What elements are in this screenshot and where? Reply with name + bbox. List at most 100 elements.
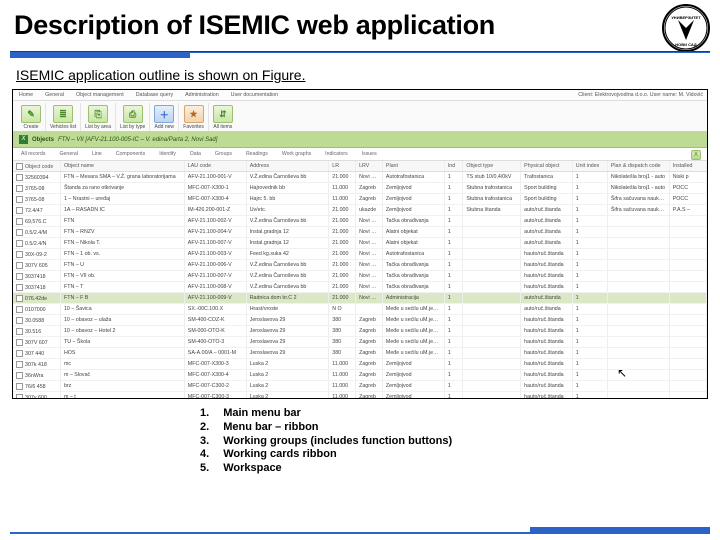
table-row[interactable]: 76/6 458brzMFC-007-C300-2Luska 211.000Za… bbox=[13, 381, 707, 392]
row-checkbox[interactable] bbox=[16, 361, 23, 368]
menu-item[interactable]: Object management bbox=[76, 92, 124, 98]
table-row[interactable]: 32560394FTN – Mesara SMA – V.Ž. grana la… bbox=[13, 172, 707, 183]
table-cell: 69,576.C bbox=[13, 216, 60, 227]
row-checkbox[interactable] bbox=[16, 273, 23, 280]
row-checkbox[interactable] bbox=[16, 295, 23, 302]
column-header[interactable]: Address bbox=[246, 161, 329, 172]
card-tab[interactable]: Components bbox=[114, 150, 147, 160]
table-cell: Jeroslavova 29 bbox=[246, 337, 329, 348]
card-tab[interactable]: Data bbox=[188, 150, 203, 160]
header-checkbox[interactable] bbox=[16, 163, 23, 170]
row-checkbox[interactable] bbox=[16, 229, 23, 236]
table-row[interactable]: 307k 418mcMFC-007-X300-3Luska 211.000Zag… bbox=[13, 359, 707, 370]
table-row[interactable]: 69,576.CFTNAFV-21.100-002-VV.Ž.edina Čar… bbox=[13, 216, 707, 227]
table-cell: Sport building bbox=[521, 183, 573, 194]
column-header[interactable]: LR bbox=[329, 161, 356, 172]
table-row[interactable]: 72.4/471A – RASADN ICIM-426.200-001-ZUv/… bbox=[13, 205, 707, 216]
table-row[interactable]: 30.51610 – obavoz – Hotel 2SM-000-OTO-KJ… bbox=[13, 326, 707, 337]
table-cell: 1 bbox=[572, 271, 607, 282]
table-row[interactable]: 0.5/2.4/NFTN – Nikola T.AFV-21.100-007-V… bbox=[13, 238, 707, 249]
menu-item[interactable]: Home bbox=[19, 92, 33, 98]
menu-item[interactable]: General bbox=[45, 92, 64, 98]
row-checkbox[interactable] bbox=[16, 284, 23, 291]
table-row[interactable]: 30X-09-2FTN – 1 ob. vs.AFV-21.100-003-VF… bbox=[13, 249, 707, 260]
column-header[interactable]: Plant bbox=[382, 161, 444, 172]
card-tab[interactable]: Readings bbox=[244, 150, 270, 160]
table-row[interactable]: 307 440HOSSA-A.00/A – 0001-MJeroslavova … bbox=[13, 348, 707, 359]
row-checkbox[interactable] bbox=[16, 383, 23, 390]
card-tab[interactable]: General bbox=[58, 150, 80, 160]
menu-item[interactable]: Database query bbox=[136, 92, 173, 98]
row-checkbox[interactable] bbox=[16, 196, 23, 203]
row-checkbox[interactable] bbox=[16, 306, 23, 313]
card-tab[interactable]: Issues bbox=[360, 150, 379, 160]
table-row[interactable]: 0.5/2.4/MFTN – RNZVAFV-21.100-004-VInsta… bbox=[13, 227, 707, 238]
table-cell bbox=[669, 260, 706, 271]
column-header[interactable]: Unit index bbox=[572, 161, 607, 172]
table-cell: Luska 2 bbox=[246, 359, 329, 370]
row-checkbox[interactable] bbox=[16, 350, 23, 357]
table-row[interactable]: 3765-081 – Nrastni – uređajMFC-007-X300-… bbox=[13, 194, 707, 205]
column-header[interactable]: Physical object bbox=[521, 161, 573, 172]
table-row[interactable]: 3765-08Štanda za rano otkrivanjeMFC-007-… bbox=[13, 183, 707, 194]
row-checkbox[interactable] bbox=[16, 251, 23, 258]
card-tab[interactable]: Identify bbox=[157, 150, 178, 160]
menu-item[interactable]: Administration bbox=[185, 92, 219, 98]
table-row[interactable]: 307V 607TU – ŠkolaSM-400-OTO-3Jeroslavov… bbox=[13, 337, 707, 348]
table-cell: Alatni objekat bbox=[382, 238, 444, 249]
table-cell: 10 – obavoz – Hotel 2 bbox=[60, 326, 184, 337]
ribbon-group[interactable]: ⎘List by area bbox=[81, 103, 116, 131]
ribbon-group[interactable]: ★Favorites bbox=[179, 103, 209, 131]
row-checkbox[interactable] bbox=[16, 174, 23, 181]
ribbon-group[interactable]: ≣Vehicles list bbox=[46, 103, 81, 131]
table-row[interactable]: 36nWram – SlovačMFC-007-X300-4Luska 211.… bbox=[13, 370, 707, 381]
table-row[interactable]: 076.42deFTN – F BAFV-21.100-009-VRadnica… bbox=[13, 293, 707, 304]
table-cell: 11.000 bbox=[329, 183, 356, 194]
column-header[interactable]: LRV bbox=[356, 161, 383, 172]
ribbon-group[interactable]: ⇵All items bbox=[209, 103, 237, 131]
export-icon[interactable]: X bbox=[691, 150, 701, 160]
ribbon-label: List by type bbox=[120, 124, 145, 130]
menu-item[interactable]: User documentation bbox=[231, 92, 278, 98]
table-cell: Stubna trafostanica bbox=[463, 194, 521, 205]
row-checkbox[interactable] bbox=[16, 240, 23, 247]
row-checkbox[interactable] bbox=[16, 218, 23, 225]
table-row[interactable]: 3037418FTN – TAFV-21.100-008-VV.Ž.edina … bbox=[13, 282, 707, 293]
row-checkbox[interactable] bbox=[16, 317, 23, 324]
table-row[interactable]: 010700010 – ŠavicaSX.-00C.100.XHrast/vro… bbox=[13, 304, 707, 315]
card-tab[interactable]: Line bbox=[90, 150, 104, 160]
table-row[interactable]: 3037418FTN – VII ob.AFV-21.100-007-VV.Ž.… bbox=[13, 271, 707, 282]
legend-num: 4. bbox=[200, 448, 209, 462]
table-row[interactable]: 307v 600m – tMFC-007-C300-3Luska 211.000… bbox=[13, 392, 707, 400]
row-checkbox[interactable] bbox=[16, 394, 23, 400]
table-cell: 3765-08 bbox=[13, 194, 60, 205]
column-header[interactable]: Object name bbox=[60, 161, 184, 172]
column-header[interactable]: Plan & dispatch code bbox=[607, 161, 669, 172]
table-row[interactable]: 307V 605FTN – UAFV-21.100-006-VV.Ž.edina… bbox=[13, 260, 707, 271]
column-header[interactable]: Installed bbox=[669, 161, 706, 172]
row-checkbox[interactable] bbox=[16, 328, 23, 335]
card-tab[interactable]: Groups bbox=[213, 150, 234, 160]
column-header[interactable]: Object type bbox=[463, 161, 521, 172]
row-checkbox[interactable] bbox=[16, 372, 23, 379]
ribbon-group[interactable]: ＋Add new bbox=[150, 103, 179, 131]
column-header[interactable]: Object code bbox=[13, 161, 60, 172]
card-tab[interactable]: Work graphs bbox=[280, 150, 313, 160]
row-checkbox[interactable] bbox=[16, 185, 23, 192]
column-header[interactable]: LAU code bbox=[184, 161, 246, 172]
row-checkbox[interactable] bbox=[16, 262, 23, 269]
ribbon-group[interactable]: ⎙List by type bbox=[116, 103, 150, 131]
card-tab[interactable]: Indicators bbox=[323, 150, 350, 160]
column-header[interactable]: Ind bbox=[444, 161, 463, 172]
table-cell: Jeroslavova 29 bbox=[246, 326, 329, 337]
table-cell bbox=[669, 381, 706, 392]
table-cell: Zagreb bbox=[356, 381, 383, 392]
row-checkbox[interactable] bbox=[16, 207, 23, 214]
ribbon-group[interactable]: ✎Create bbox=[17, 103, 46, 131]
table-cell: FTN – F B bbox=[60, 293, 184, 304]
ribbon-icon: ✎ bbox=[21, 105, 41, 123]
table-cell: SM-400-COZ-K bbox=[184, 315, 246, 326]
card-tab[interactable]: All records bbox=[19, 150, 48, 160]
table-row[interactable]: 30.058810 – obavoz – ulažaSM-400-COZ-KJe… bbox=[13, 315, 707, 326]
row-checkbox[interactable] bbox=[16, 339, 23, 346]
